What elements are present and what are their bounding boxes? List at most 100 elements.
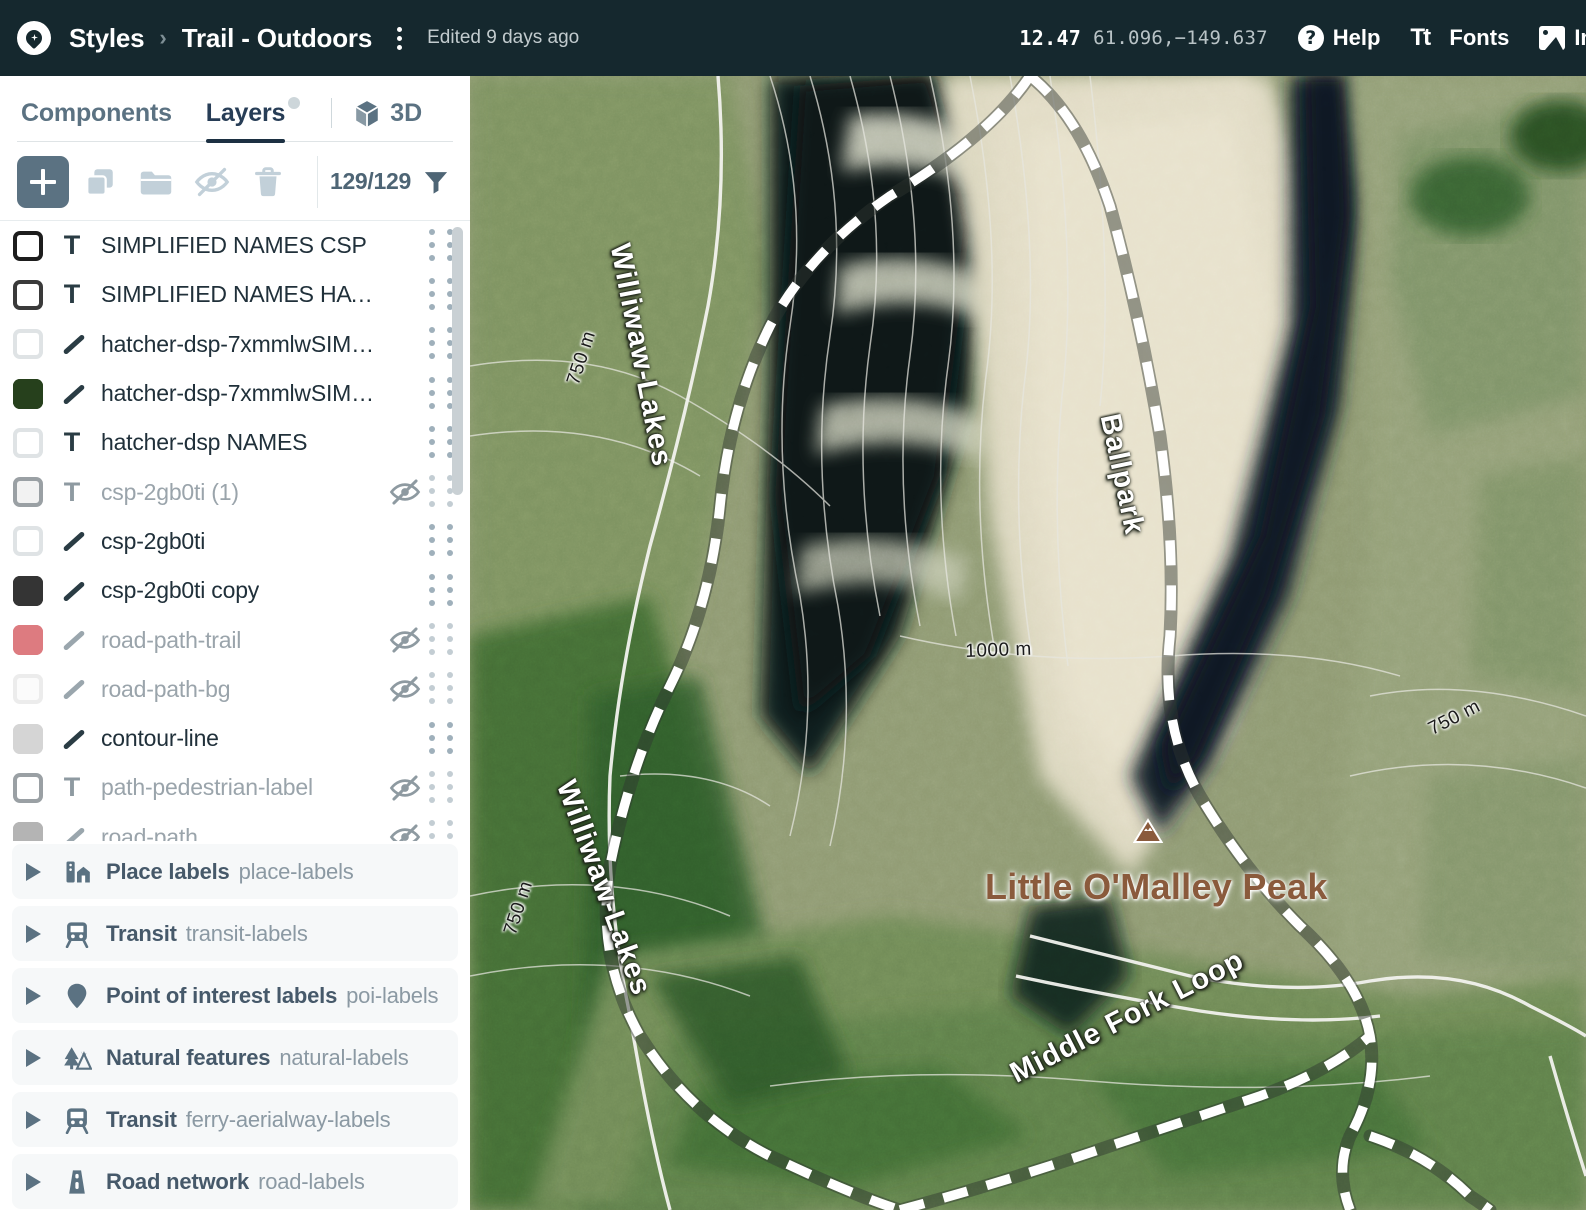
layer-list-scrollbar[interactable] [452, 227, 463, 495]
layer-group-row[interactable]: Natural features natural-labels [12, 1030, 458, 1085]
layer-color-swatch[interactable] [13, 575, 43, 606]
hide-layers-button[interactable] [187, 157, 237, 207]
layer-row[interactable]: T SIMPLIFIED NAMES CSP [0, 221, 470, 270]
help-button[interactable]: ? Help [1297, 25, 1380, 51]
map-pin-icon [62, 981, 92, 1011]
layer-visibility-toggle[interactable] [383, 773, 427, 803]
layer-name: csp-2gb0ti (1) [101, 478, 239, 505]
layer-color-swatch[interactable] [13, 772, 43, 803]
layer-row[interactable]: Tcsp-2gb0ti (1) [0, 467, 470, 516]
layer-group-row[interactable]: Transit transit-labels [12, 906, 458, 961]
layer-color-swatch[interactable] [13, 329, 43, 360]
layer-color-swatch[interactable] [13, 526, 43, 557]
layer-group-row[interactable]: Transit ferry-aerialway-labels [12, 1092, 458, 1147]
breadcrumb-style-name[interactable]: Trail - Outdoors [182, 23, 373, 54]
layer-name: road-path-bg [101, 675, 231, 702]
layer-row[interactable]: Thatcher-dsp NAMES [0, 418, 470, 467]
layer-row[interactable]: csp-2gb0ti [0, 517, 470, 566]
layer-visibility-toggle[interactable] [383, 822, 427, 841]
top-bar: Styles › Trail - Outdoors Edited 9 days … [0, 0, 1586, 76]
layer-list[interactable]: T SIMPLIFIED NAMES CSP T SIMPLIFIED NAMES H… [0, 221, 470, 841]
tree-mountain-icon [62, 1043, 92, 1073]
eye-off-icon [194, 167, 230, 196]
layer-color-swatch[interactable] [13, 477, 43, 508]
layer-row[interactable]: road-path-trail [0, 615, 470, 664]
layer-name: road-path [101, 823, 198, 841]
tab-components[interactable]: Components [21, 99, 172, 142]
layer-type-icon [59, 824, 85, 841]
layer-color-swatch[interactable] [13, 822, 43, 841]
layer-drag-handle[interactable] [427, 770, 457, 805]
eye-off-icon [389, 824, 421, 841]
layer-color-swatch[interactable] [13, 230, 43, 261]
tab-3d[interactable]: 3D [354, 99, 422, 142]
layer-row[interactable]: Tpath-pedestrian-label [0, 763, 470, 812]
layer-actions [17, 155, 293, 208]
layer-type-icon [59, 381, 85, 407]
expand-caret-icon[interactable] [26, 862, 48, 881]
expand-caret-icon[interactable] [26, 1172, 48, 1191]
layer-count: 129/129 [329, 168, 411, 194]
layer-color-swatch[interactable] [13, 674, 43, 705]
layer-type-icon: T [59, 429, 85, 456]
copy-icon [86, 168, 113, 196]
expand-caret-icon[interactable] [26, 1048, 48, 1067]
layer-name: path-pedestrian-label [101, 774, 313, 801]
layer-group-row[interactable]: Road network road-labels [12, 1154, 458, 1209]
layer-group-title: Natural features [106, 1044, 271, 1070]
layer-visibility-toggle[interactable] [383, 674, 427, 704]
layer-name: csp-2gb0ti copy [101, 577, 260, 604]
layer-drag-handle[interactable] [427, 524, 457, 558]
layer-row[interactable]: road-path [0, 813, 470, 841]
layer-filter-control[interactable]: 129/129 [330, 168, 456, 196]
toolbar-divider [317, 155, 318, 208]
transit-icon [62, 1105, 92, 1135]
duplicate-layer-button[interactable] [75, 157, 125, 207]
layer-row-actions [383, 623, 470, 657]
mapbox-logo-icon[interactable] [17, 21, 51, 55]
layer-row-actions [383, 524, 470, 558]
layer-drag-handle[interactable] [427, 820, 457, 841]
layer-group-id: place-labels [238, 858, 354, 884]
expand-caret-icon[interactable] [26, 986, 48, 1005]
group-layers-button[interactable] [131, 157, 181, 207]
fonts-button[interactable]: Tt Fonts [1410, 24, 1509, 52]
layer-visibility-toggle[interactable] [383, 625, 427, 655]
layer-row[interactable]: hatcher-dsp-7xmmlwSIMPLIFIE… [0, 369, 470, 418]
layer-drag-handle[interactable] [427, 672, 457, 706]
layer-group-id: ferry-aerialway-labels [185, 1106, 391, 1132]
layer-group-row[interactable]: Place labels place-labels [12, 844, 458, 899]
add-layer-button[interactable] [17, 155, 69, 208]
layer-row[interactable]: hatcher-dsp-7xmmlwSIMPLIFIE… [0, 320, 470, 369]
layer-row[interactable]: contour-line [0, 714, 470, 763]
layer-row[interactable]: T SIMPLIFIED NAMES HATCHER [0, 270, 470, 319]
layer-drag-handle[interactable] [427, 721, 457, 756]
layer-drag-handle[interactable] [427, 623, 457, 657]
layer-color-swatch[interactable] [13, 723, 43, 754]
layer-row[interactable]: road-path-bg [0, 665, 470, 714]
layer-color-swatch[interactable] [13, 279, 43, 310]
more-options-icon[interactable] [388, 23, 410, 53]
breadcrumb-styles-link[interactable]: Styles [69, 23, 145, 54]
layer-row-actions [383, 770, 470, 805]
expand-caret-icon[interactable] [26, 924, 48, 943]
images-button[interactable]: Im [1539, 25, 1586, 51]
tab-3d-label: 3D [390, 99, 423, 127]
delete-layer-button[interactable] [243, 157, 293, 207]
layer-drag-handle[interactable] [427, 573, 457, 608]
layer-group-row[interactable]: Point of interest labels poi-labels [12, 968, 458, 1023]
symbol-layer-icon: T [63, 279, 81, 310]
layer-color-swatch[interactable] [13, 625, 43, 656]
layer-type-icon [59, 726, 85, 752]
cube-icon [355, 100, 379, 127]
layer-color-swatch[interactable] [13, 378, 43, 409]
top-bar-actions: 12.47 61.096,−149.637 ? Help Tt Fonts Im [1019, 24, 1586, 52]
layer-row[interactable]: csp-2gb0ti copy [0, 566, 470, 615]
layer-visibility-toggle[interactable] [383, 477, 427, 507]
map-canvas[interactable]: Williwaw-Lakes Williwaw-Lakes Ballpark Midd… [470, 76, 1586, 1210]
layer-color-swatch[interactable] [13, 427, 43, 458]
place-icon [62, 857, 92, 887]
expand-caret-icon[interactable] [26, 1110, 48, 1129]
tab-layers[interactable]: Layers [205, 97, 301, 143]
line-layer-icon [59, 331, 85, 357]
